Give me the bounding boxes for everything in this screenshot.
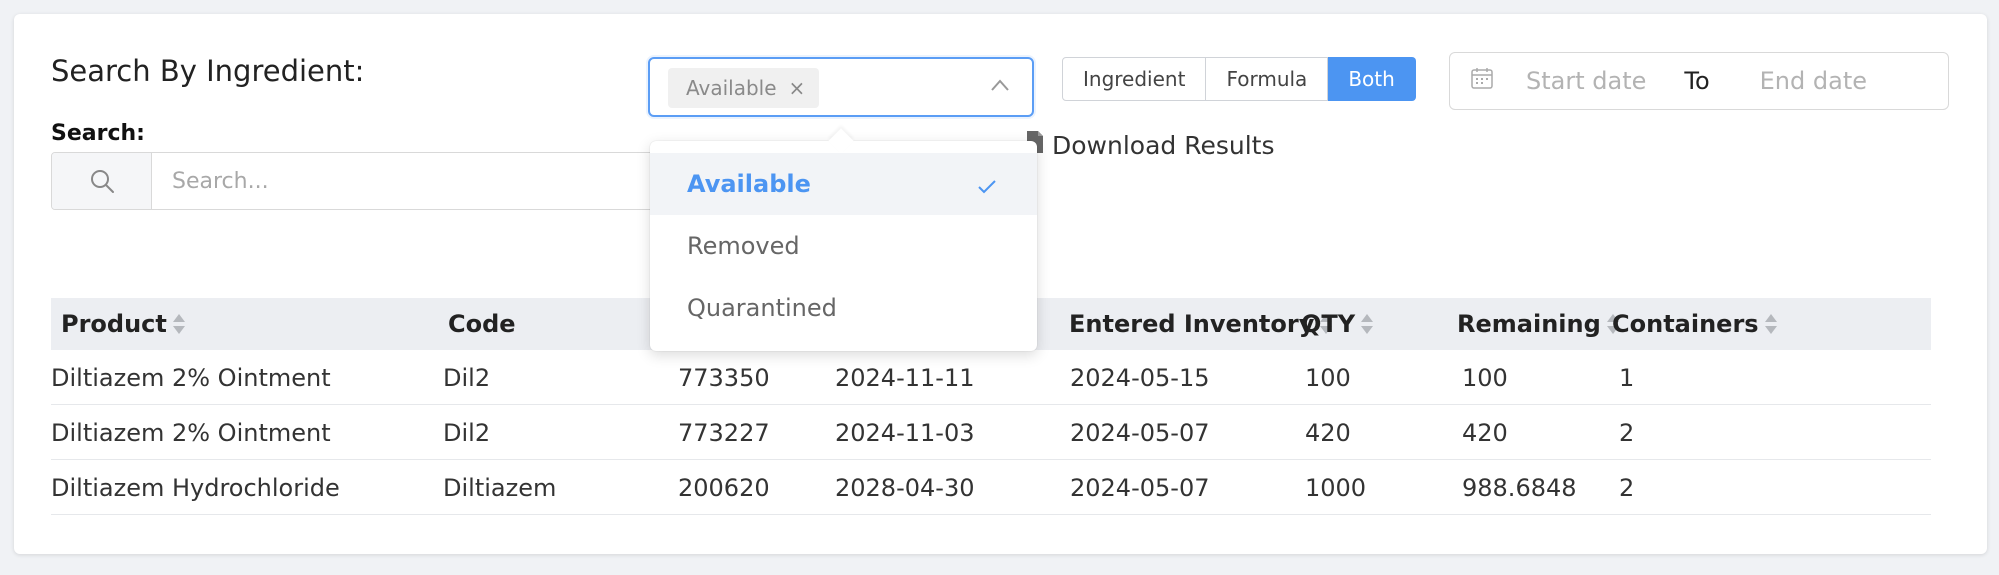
- cell-expiry: 2024-11-03: [835, 418, 975, 447]
- column-code: Code: [448, 310, 516, 338]
- dropdown-option-removed[interactable]: Removed: [650, 215, 1037, 277]
- date-separator: To: [1684, 67, 1710, 95]
- date-range-picker[interactable]: Start date To End date: [1449, 52, 1949, 110]
- cell-code: Diltiazem: [443, 473, 557, 502]
- status-dropdown: Available Removed Quarantined: [650, 141, 1037, 351]
- search-input[interactable]: [152, 153, 660, 209]
- cell-lot: 773227: [678, 418, 770, 447]
- column-qty[interactable]: QTY: [1301, 298, 1374, 350]
- cell-remaining: 420: [1462, 418, 1508, 447]
- page-title: Search By Ingredient:: [51, 54, 365, 88]
- dropdown-option-quarantined[interactable]: Quarantined: [650, 277, 1037, 339]
- mode-formula-button[interactable]: Formula: [1206, 57, 1329, 101]
- cell-product: Diltiazem 2% Ointment: [51, 418, 331, 447]
- end-date-input[interactable]: End date: [1760, 67, 1867, 95]
- cell-product: Diltiazem 2% Ointment: [51, 363, 331, 392]
- check-icon: [977, 173, 997, 201]
- table-row[interactable]: Diltiazem 2% Ointment Dil2 773350 2024-1…: [51, 350, 1931, 405]
- cell-remaining: 988.6848: [1462, 473, 1577, 502]
- cell-remaining: 100: [1462, 363, 1508, 392]
- table-row[interactable]: Diltiazem Hydrochloride Diltiazem 200620…: [51, 460, 1931, 515]
- sort-icon[interactable]: [1361, 313, 1374, 335]
- mode-both-button[interactable]: Both: [1328, 57, 1416, 101]
- calendar-icon: [1470, 66, 1494, 96]
- cell-qty: 420: [1305, 418, 1351, 447]
- mode-toggle: Ingredient Formula Both: [1062, 57, 1416, 101]
- status-select[interactable]: Available ×: [648, 57, 1034, 117]
- cell-lot: 200620: [678, 473, 770, 502]
- search-label: Search:: [51, 121, 145, 146]
- selected-tag: Available ×: [668, 68, 820, 108]
- download-results-label: Download Results: [1052, 130, 1275, 160]
- cell-entered: 2024-05-15: [1070, 363, 1210, 392]
- column-containers[interactable]: Containers: [1612, 298, 1777, 350]
- cell-product: Diltiazem Hydrochloride: [51, 473, 340, 502]
- cell-expiry: 2028-04-30: [835, 473, 975, 502]
- cell-containers: 2: [1619, 473, 1635, 502]
- download-results-link[interactable]: Download Results: [1026, 130, 1275, 160]
- dropdown-option-label: Available: [687, 170, 811, 198]
- search-group: [51, 152, 661, 210]
- cell-qty: 100: [1305, 363, 1351, 392]
- cell-entered: 2024-05-07: [1070, 473, 1210, 502]
- cell-code: Dil2: [443, 418, 491, 447]
- start-date-input[interactable]: Start date: [1526, 67, 1646, 95]
- mode-ingredient-button[interactable]: Ingredient: [1062, 57, 1207, 101]
- cell-containers: 1: [1619, 363, 1635, 392]
- dropdown-option-available[interactable]: Available: [650, 153, 1037, 215]
- cell-qty: 1000: [1305, 473, 1367, 502]
- column-entered-inventory[interactable]: Entered Inventory: [1069, 298, 1333, 350]
- column-product[interactable]: Product: [61, 298, 185, 350]
- tag-close-icon[interactable]: ×: [789, 78, 806, 98]
- selected-tag-label: Available: [686, 76, 777, 100]
- cell-expiry: 2024-11-11: [835, 363, 975, 392]
- cell-code: Dil2: [443, 363, 491, 392]
- cell-entered: 2024-05-07: [1070, 418, 1210, 447]
- column-remaining[interactable]: Remaining: [1457, 298, 1619, 350]
- search-icon[interactable]: [52, 153, 152, 209]
- cell-containers: 2: [1619, 418, 1635, 447]
- table-row[interactable]: Diltiazem 2% Ointment Dil2 773227 2024-1…: [51, 405, 1931, 460]
- cell-lot: 773350: [678, 363, 770, 392]
- dropdown-option-label: Removed: [687, 232, 800, 260]
- sort-icon[interactable]: [172, 313, 185, 335]
- sort-icon[interactable]: [1764, 313, 1777, 335]
- chevron-up-icon[interactable]: [990, 77, 1010, 96]
- dropdown-option-label: Quarantined: [687, 294, 837, 322]
